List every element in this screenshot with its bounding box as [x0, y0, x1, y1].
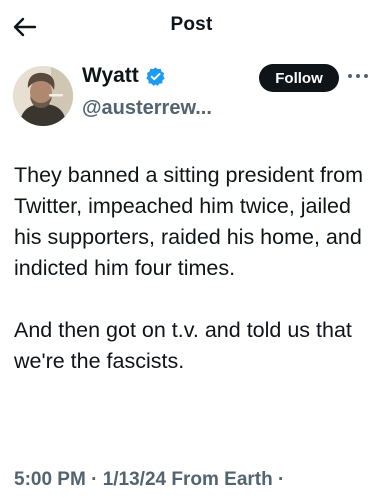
more-options-button[interactable]	[346, 68, 370, 84]
post-paragraph: And then got on t.v. and told us that we…	[14, 318, 352, 373]
post-timestamp[interactable]: 5:00 PM · 1/13/24 From Earth ·	[14, 469, 284, 491]
more-dots-icon	[348, 74, 368, 78]
page-title: Post	[170, 14, 213, 35]
post-screen: Post Wyatt @austerrew... Follow They ban…	[0, 0, 383, 500]
author-name-row: Wyatt	[82, 64, 166, 88]
display-name[interactable]: Wyatt	[82, 64, 139, 88]
user-handle[interactable]: @austerrew...	[82, 97, 212, 120]
profile-photo	[13, 66, 73, 126]
post-body: They banned a sitting president from Twi…	[14, 160, 374, 377]
avatar[interactable]	[13, 66, 73, 126]
top-bar: Post	[0, 0, 383, 52]
follow-button[interactable]: Follow	[259, 64, 339, 92]
verified-badge-icon	[146, 66, 165, 86]
post-paragraph: They banned a sitting president from Twi…	[14, 163, 363, 280]
